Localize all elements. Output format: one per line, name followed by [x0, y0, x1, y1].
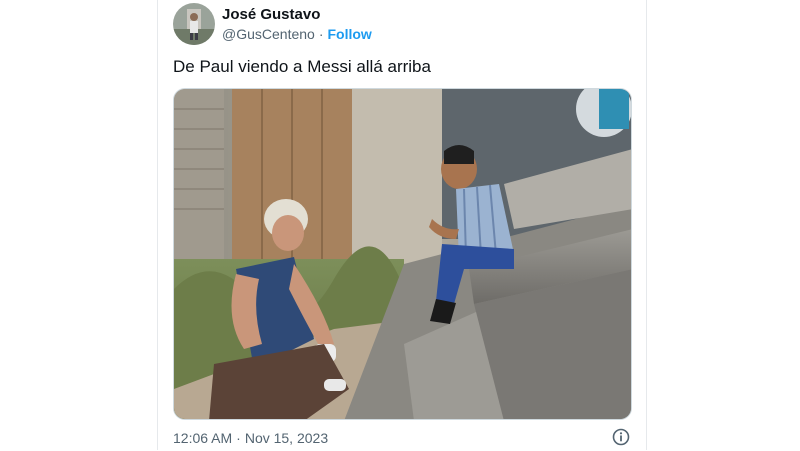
tweet-date: Nov 15, 2023 — [244, 430, 329, 446]
info-icon[interactable] — [612, 428, 630, 446]
tweet-text: De Paul viendo a Messi allá arriba — [173, 57, 431, 76]
tweet-time: 12:06 AM — [173, 430, 233, 446]
photo-illustration — [174, 89, 631, 419]
separator-dot: · — [318, 26, 324, 42]
tweet-photo[interactable] — [173, 88, 632, 420]
follow-button[interactable]: Follow — [328, 26, 372, 42]
author-handle[interactable]: @GusCenteno — [222, 26, 315, 42]
author-name[interactable]: José Gustavo — [222, 6, 320, 23]
author-handle-row: @GusCenteno · Follow — [222, 26, 372, 42]
avatar[interactable] — [173, 3, 215, 45]
tweet-timestamp[interactable]: 12:06 AM · Nov 15, 2023 — [173, 430, 328, 446]
timestamp-separator: · — [236, 430, 241, 446]
